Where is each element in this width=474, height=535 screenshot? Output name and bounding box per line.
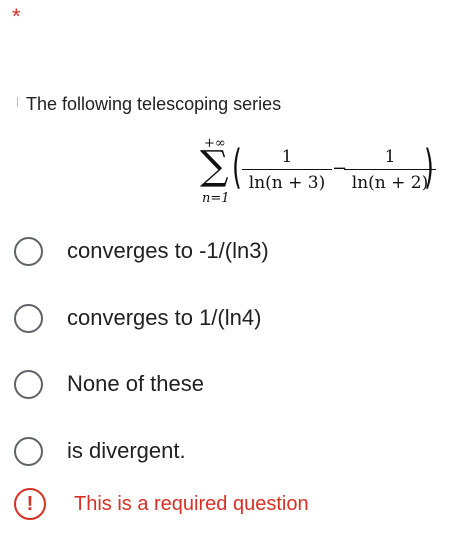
right-paren: ) (424, 140, 434, 194)
option-1[interactable]: converges to -1/(ln3) (14, 233, 434, 269)
radio-button[interactable] (14, 369, 43, 399)
decorative-mark (17, 97, 18, 107)
option-2[interactable]: converges to 1/(ln4) (14, 300, 434, 336)
sum-lower-limit: n=1 (202, 191, 230, 206)
fraction-2-numerator: 1 (384, 147, 396, 167)
series-formula: +∞ ∑ n=1 ( 1 ln(n + 3) − 1 ln(n + 2) ) (192, 136, 452, 212)
left-paren: ( (232, 140, 242, 194)
fraction-2: 1 ln(n + 2) (344, 146, 436, 194)
radio-button[interactable] (14, 436, 43, 466)
question-text: The following telescoping series (26, 94, 282, 114)
option-3[interactable]: None of these (14, 366, 434, 402)
option-label: converges to 1/(ln4) (67, 305, 262, 330)
fraction-2-denominator: ln(n + 2) (351, 173, 429, 193)
radio-button[interactable] (14, 236, 43, 266)
required-asterisk: * (12, 4, 21, 29)
radio-button[interactable] (14, 303, 43, 333)
option-4[interactable]: is divergent. (14, 433, 434, 469)
sigma-symbol: ∑ (200, 143, 229, 189)
exclamation-icon: ! (14, 488, 46, 520)
fraction-1: 1 ln(n + 3) (242, 146, 332, 194)
required-error: ! This is a required question (14, 488, 309, 520)
option-label: converges to -1/(ln3) (67, 238, 269, 263)
option-label: None of these (67, 371, 204, 396)
error-message: This is a required question (74, 492, 309, 515)
fraction-1-numerator: 1 (281, 147, 293, 167)
fraction-1-denominator: ln(n + 3) (248, 173, 326, 193)
option-label: is divergent. (67, 438, 186, 463)
